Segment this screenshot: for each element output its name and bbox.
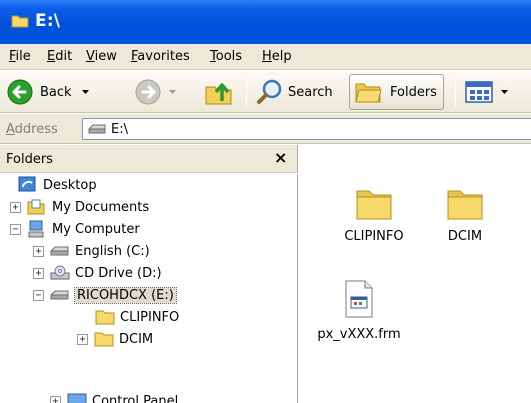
address-input[interactable]: E:\ bbox=[82, 118, 531, 140]
back-button[interactable]: Back bbox=[6, 74, 90, 110]
tree-item-label: My Computer bbox=[52, 221, 140, 237]
expand-icon[interactable]: + bbox=[50, 395, 61, 403]
tree-item-dcim[interactable]: + DCIM bbox=[77, 328, 153, 350]
file-item-px-vxxx-frm[interactable]: px_vXXX.frm bbox=[309, 279, 409, 342]
views-button[interactable] bbox=[464, 74, 509, 110]
expand-icon[interactable]: + bbox=[10, 201, 21, 213]
folder-icon bbox=[94, 332, 114, 347]
file-name: DCIM bbox=[447, 229, 483, 244]
folders-pane-header: Folders × bbox=[0, 145, 298, 173]
folder-tree: Desktop + My Documents − My Computer + E… bbox=[0, 174, 298, 403]
title-bar[interactable]: E:\ bbox=[0, 0, 531, 44]
documents-folder-icon bbox=[27, 199, 45, 215]
search-label: Search bbox=[288, 84, 333, 100]
folder-icon bbox=[356, 190, 392, 220]
desktop-icon bbox=[18, 176, 36, 192]
menu-help[interactable]: Help bbox=[262, 49, 292, 64]
tree-item-my-documents[interactable]: + My Documents bbox=[10, 196, 149, 218]
folder-icon bbox=[447, 190, 483, 220]
file-name: CLIPINFO bbox=[344, 229, 404, 244]
address-bar: Address E:\ bbox=[0, 114, 531, 144]
menu-tools[interactable]: Tools bbox=[210, 49, 242, 64]
file-item-dcim[interactable]: DCIM bbox=[415, 185, 515, 244]
tree-item-label: My Documents bbox=[52, 199, 150, 215]
menu-edit[interactable]: Edit bbox=[47, 49, 72, 64]
expand-icon[interactable]: + bbox=[33, 245, 44, 257]
close-icon[interactable]: × bbox=[274, 148, 287, 167]
menu-file[interactable]: File bbox=[9, 49, 31, 64]
chevron-down-icon[interactable] bbox=[500, 89, 509, 95]
views-icon bbox=[465, 81, 493, 103]
tree-item-ricohdcx-e[interactable]: − RICOHDCX (E:) bbox=[33, 284, 177, 306]
tree-item-my-computer[interactable]: − My Computer bbox=[10, 218, 140, 240]
document-file-icon bbox=[345, 280, 373, 318]
expand-icon[interactable]: + bbox=[33, 267, 44, 279]
forward-button[interactable] bbox=[134, 74, 177, 110]
folders-pane-title: Folders bbox=[6, 152, 53, 167]
tree-item-english-c[interactable]: + English (C:) bbox=[33, 240, 150, 262]
up-folder-button[interactable] bbox=[204, 74, 234, 110]
back-arrow-icon bbox=[7, 79, 33, 105]
chevron-down-icon[interactable] bbox=[81, 89, 90, 95]
toolbar: Back Search Folders bbox=[0, 71, 531, 113]
search-icon bbox=[257, 79, 282, 104]
back-label: Back bbox=[40, 84, 72, 100]
computer-icon bbox=[28, 220, 44, 238]
file-list: CLIPINFO DCIM px_vXXX.frm bbox=[299, 145, 531, 403]
folder-icon bbox=[11, 15, 29, 28]
cd-drive-icon bbox=[50, 265, 70, 280]
chevron-down-icon[interactable] bbox=[168, 89, 177, 95]
drive-icon bbox=[88, 124, 106, 134]
collapse-icon[interactable]: − bbox=[10, 223, 21, 235]
tree-item-label: DCIM bbox=[119, 331, 154, 347]
address-value: E:\ bbox=[111, 122, 128, 137]
forward-arrow-icon bbox=[135, 79, 161, 105]
menu-favorites[interactable]: Favorites bbox=[131, 49, 190, 64]
search-button[interactable]: Search bbox=[256, 74, 333, 110]
tree-item-label: English (C:) bbox=[75, 243, 150, 259]
window-title: E:\ bbox=[35, 11, 61, 31]
up-folder-icon bbox=[205, 83, 232, 105]
tree-item-label: CD Drive (D:) bbox=[75, 265, 162, 281]
control-panel-icon bbox=[67, 393, 87, 403]
tree-item-cd-drive-d[interactable]: + CD Drive (D:) bbox=[33, 262, 162, 284]
address-label: Address bbox=[6, 122, 58, 137]
menu-bar: File Edit View Favorites Tools Help bbox=[0, 44, 531, 70]
tree-item-clipinfo[interactable]: CLIPINFO bbox=[95, 306, 179, 328]
folders-icon bbox=[355, 83, 382, 103]
menu-view[interactable]: View bbox=[86, 49, 117, 64]
tree-item-label: RICOHDCX (E:) bbox=[74, 286, 177, 304]
file-item-clipinfo[interactable]: CLIPINFO bbox=[324, 185, 424, 244]
hard-drive-icon bbox=[50, 246, 69, 256]
tree-item-control-panel[interactable]: + Control Panel bbox=[50, 390, 178, 403]
collapse-icon[interactable]: − bbox=[33, 289, 44, 301]
folders-button[interactable]: Folders bbox=[349, 74, 444, 110]
tree-item-desktop[interactable]: Desktop bbox=[18, 174, 97, 196]
tree-item-label: CLIPINFO bbox=[120, 309, 180, 325]
folder-icon bbox=[95, 310, 115, 325]
expand-icon[interactable]: + bbox=[77, 333, 88, 345]
removable-drive-icon bbox=[50, 290, 69, 300]
file-name: px_vXXX.frm bbox=[317, 327, 401, 342]
tree-item-label: Desktop bbox=[43, 177, 97, 193]
tree-item-label: Control Panel bbox=[92, 393, 179, 403]
folders-label: Folders bbox=[390, 84, 437, 100]
